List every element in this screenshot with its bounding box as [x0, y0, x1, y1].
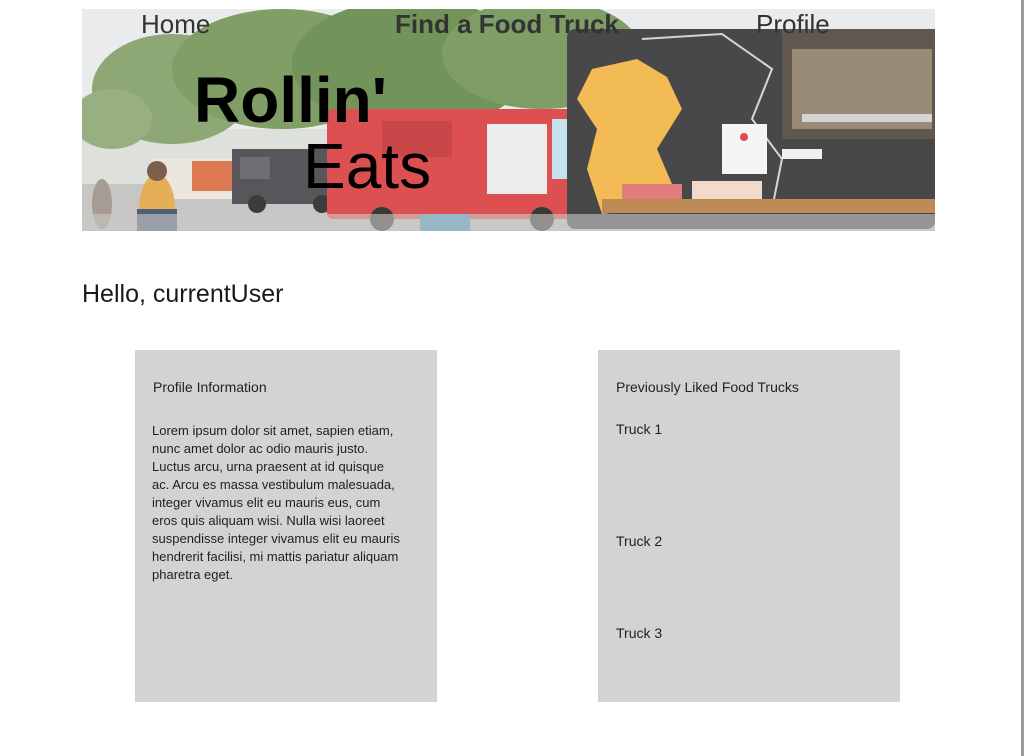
liked-truck-item[interactable]: Truck 1	[616, 421, 662, 438]
nav-find-food-truck-link[interactable]: Find a Food Truck	[395, 9, 619, 39]
liked-card-heading: Previously Liked Food Trucks	[616, 379, 799, 395]
profile-card-heading: Profile Information	[153, 379, 267, 395]
nav-home-link[interactable]: Home	[141, 9, 210, 39]
liked-truck-item[interactable]: Truck 2	[616, 533, 662, 550]
liked-trucks-card: Previously Liked Food Trucks Truck 1 Tru…	[598, 350, 900, 702]
user-greeting: Hello, currentUser	[82, 280, 284, 308]
profile-information-card: Profile Information Lorem ipsum dolor si…	[135, 350, 437, 702]
profile-card-body: Lorem ipsum dolor sit amet, sapien etiam…	[152, 423, 400, 582]
nav-profile-link[interactable]: Profile	[756, 9, 830, 39]
hero-banner: Home Find a Food Truck Profile Rollin' E…	[82, 9, 935, 231]
liked-truck-item[interactable]: Truck 3	[616, 625, 662, 642]
brand-title-line2: Eats	[303, 130, 432, 202]
brand-title-line1: Rollin'	[194, 64, 387, 136]
